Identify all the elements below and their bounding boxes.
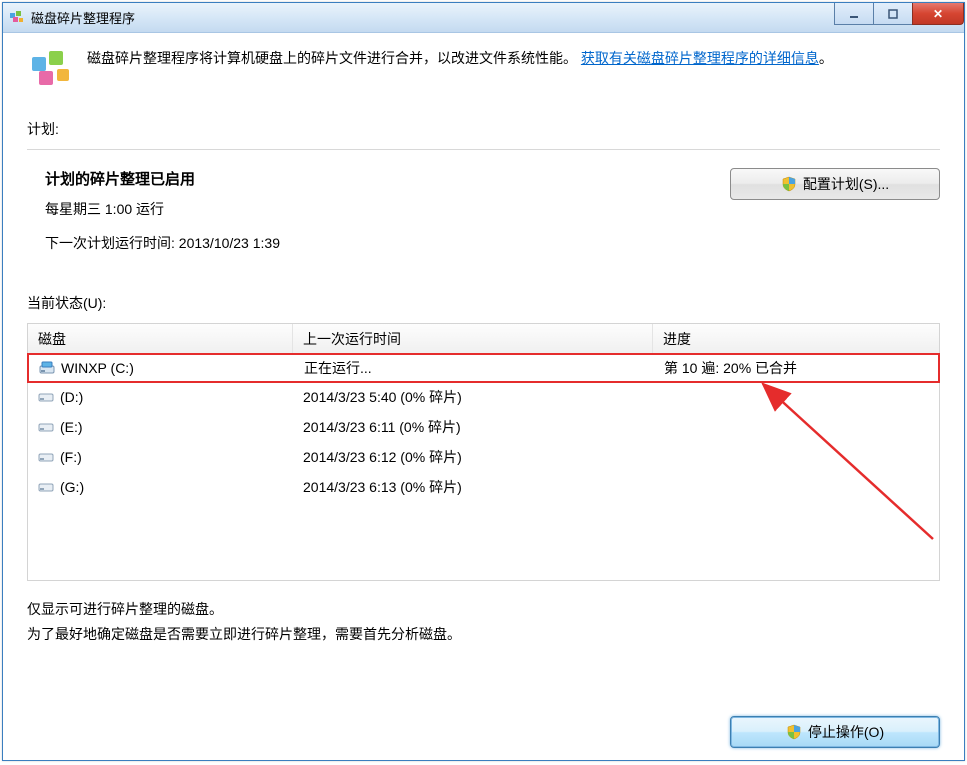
client-area: 磁盘碎片整理程序将计算机硬盘上的碎片文件进行合并，以改进文件系统性能。 获取有关…	[3, 33, 964, 760]
shield-icon	[786, 724, 802, 740]
disk-defragmenter-window: 磁盘碎片整理程序 ✕ 磁盘碎片整理程序将计算机硬盘上的碎片文件进行合并，	[2, 2, 965, 761]
column-disk[interactable]: 磁盘	[28, 324, 293, 353]
table-row[interactable]: (D:) 2014/3/23 5:40 (0% 碎片)	[28, 382, 939, 412]
hint-line-2: 为了最好地确定磁盘是否需要立即进行碎片整理，需要首先分析磁盘。	[27, 622, 940, 647]
drive-name: (G:)	[60, 479, 84, 495]
window-title: 磁盘碎片整理程序	[31, 8, 135, 27]
intro-desc: 磁盘碎片整理程序将计算机硬盘上的碎片文件进行合并，以改进文件系统性能。	[87, 50, 577, 66]
minimize-button[interactable]	[834, 3, 874, 25]
hint-text: 仅显示可进行碎片整理的磁盘。 为了最好地确定磁盘是否需要立即进行碎片整理，需要首…	[27, 597, 940, 647]
drive-last-run: 2014/3/23 5:40 (0% 碎片)	[303, 387, 462, 407]
table-row[interactable]: (E:) 2014/3/23 6:11 (0% 碎片)	[28, 412, 939, 442]
column-progress[interactable]: 进度	[653, 324, 939, 353]
titlebar[interactable]: 磁盘碎片整理程序 ✕	[3, 3, 964, 33]
table-row[interactable]: (F:) 2014/3/23 6:12 (0% 碎片)	[28, 442, 939, 472]
drive-last-run: 2014/3/23 6:12 (0% 碎片)	[303, 447, 462, 467]
drive-name: (E:)	[60, 419, 83, 435]
drive-last-run: 2014/3/23 6:11 (0% 碎片)	[303, 417, 461, 437]
drive-icon	[38, 390, 54, 404]
stop-operation-label: 停止操作(O)	[808, 722, 884, 742]
defrag-large-icon	[27, 47, 75, 95]
table-header: 磁盘 上一次运行时间 进度	[28, 324, 939, 354]
defrag-app-icon	[9, 10, 25, 26]
schedule-heading: 计划的碎片整理已启用	[45, 168, 280, 189]
intro-text: 磁盘碎片整理程序将计算机硬盘上的碎片文件进行合并，以改进文件系统性能。 获取有关…	[87, 47, 833, 69]
configure-schedule-button[interactable]: 配置计划(S)...	[730, 168, 940, 200]
schedule-cadence: 每星期三 1:00 运行	[45, 199, 280, 219]
hint-line-1: 仅显示可进行碎片整理的磁盘。	[27, 597, 940, 622]
shield-icon	[781, 176, 797, 192]
window-controls: ✕	[835, 3, 964, 25]
drive-table: 磁盘 上一次运行时间 进度 WINXP (C:) 正在运行...	[27, 323, 940, 581]
drive-last-run: 2014/3/23 6:13 (0% 碎片)	[303, 477, 462, 497]
drive-icon	[38, 450, 54, 464]
schedule-next-run: 下一次计划运行时间: 2013/10/23 1:39	[45, 233, 280, 253]
footer-buttons: 停止操作(O)	[730, 716, 940, 748]
minimize-icon	[848, 9, 860, 19]
drive-icon	[38, 480, 54, 494]
close-icon: ✕	[933, 7, 943, 21]
schedule-label: 计划:	[27, 119, 940, 139]
table-body: WINXP (C:) 正在运行... 第 10 遍: 20% 已合并 (D:) …	[28, 353, 939, 502]
configure-schedule-label: 配置计划(S)...	[803, 174, 889, 194]
drive-name: (D:)	[60, 389, 83, 405]
maximize-button[interactable]	[873, 3, 913, 25]
drive-name: (F:)	[60, 449, 82, 465]
intro-period: 。	[819, 50, 833, 66]
close-button[interactable]: ✕	[912, 3, 964, 25]
schedule-section: 计划的碎片整理已启用 每星期三 1:00 运行 下一次计划运行时间: 2013/…	[27, 149, 940, 267]
stop-operation-button[interactable]: 停止操作(O)	[730, 716, 940, 748]
drive-name: WINXP (C:)	[61, 360, 134, 376]
drive-last-run: 正在运行...	[304, 358, 372, 378]
maximize-icon	[887, 9, 899, 19]
drive-progress: 第 10 遍: 20% 已合并	[664, 358, 797, 378]
drive-system-icon	[39, 361, 55, 375]
status-label: 当前状态(U):	[27, 293, 940, 313]
column-last-run[interactable]: 上一次运行时间	[293, 324, 653, 353]
table-row[interactable]: WINXP (C:) 正在运行... 第 10 遍: 20% 已合并	[27, 353, 940, 383]
intro-section: 磁盘碎片整理程序将计算机硬盘上的碎片文件进行合并，以改进文件系统性能。 获取有关…	[27, 47, 940, 95]
intro-link[interactable]: 获取有关磁盘碎片整理程序的详细信息	[581, 50, 819, 66]
table-row[interactable]: (G:) 2014/3/23 6:13 (0% 碎片)	[28, 472, 939, 502]
drive-icon	[38, 420, 54, 434]
schedule-info: 计划的碎片整理已启用 每星期三 1:00 运行 下一次计划运行时间: 2013/…	[27, 168, 280, 267]
